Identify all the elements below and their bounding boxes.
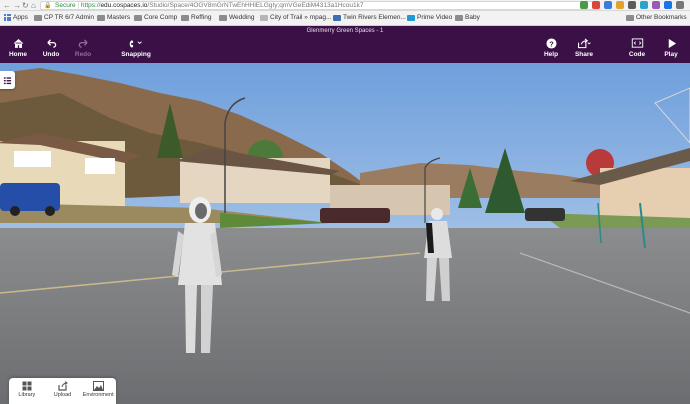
bookmark-other[interactable]: Other Bookmarks [626, 14, 687, 21]
menu-icon[interactable] [676, 1, 684, 9]
extension-icon[interactable] [664, 1, 672, 9]
bookmark-apps[interactable]: Apps [4, 14, 28, 21]
folder-icon [97, 14, 105, 21]
undo-button[interactable]: Undo [40, 38, 62, 58]
scene-viewport[interactable] [0, 63, 690, 404]
magnet-icon [121, 38, 151, 50]
lock-icon: 🔒 [44, 3, 52, 9]
library-button[interactable]: Library [9, 378, 45, 404]
code-button[interactable]: Code [626, 38, 648, 58]
extension-icon[interactable] [604, 1, 612, 9]
extensions-bar [580, 1, 684, 10]
extension-icon[interactable] [628, 1, 636, 9]
bookmark-folder[interactable]: Wedding [219, 14, 255, 21]
folder-icon [134, 14, 142, 21]
bottom-panel: Library Upload Environment [9, 378, 116, 404]
folder-icon [34, 14, 42, 21]
svg-text:?: ? [549, 39, 554, 48]
help-icon: ? [540, 38, 562, 50]
bookmark-folder[interactable]: Core Comp [134, 14, 177, 21]
code-icon [626, 38, 648, 50]
upload-button[interactable]: Upload [45, 378, 81, 404]
upload-icon [45, 381, 81, 391]
secure-label: Secure [55, 2, 76, 9]
scene-objects-menu-button[interactable] [0, 71, 15, 89]
browser-chrome: ← → ↻ ⌂ 🔒 Secure | https://edu.cospaces.… [0, 0, 690, 11]
extension-icon[interactable] [640, 1, 648, 9]
url-path: /Studio/Space/4OGV8mGrNTwEhHHlELGgIy;qmV… [147, 2, 364, 9]
undo-icon [40, 38, 62, 50]
redo-button[interactable]: Redo [72, 38, 94, 58]
share-button[interactable]: Share [571, 38, 597, 58]
snapping-button[interactable]: Snapping [121, 38, 151, 58]
bookmark-link[interactable]: Prime Video [407, 14, 452, 21]
extension-icon[interactable] [652, 1, 660, 9]
extension-icon[interactable] [616, 1, 624, 9]
home-button[interactable]: Home [7, 38, 29, 58]
play-icon [660, 38, 682, 50]
folder-icon [219, 14, 227, 21]
editor-toolbar: Glenmerry Green Spaces - 1 Home Undo Red… [0, 26, 690, 63]
folder-icon [181, 14, 189, 21]
url-host: edu.cospaces.io [100, 2, 148, 9]
page-icon [260, 14, 268, 21]
list-icon [3, 76, 12, 84]
folder-icon [455, 14, 463, 21]
bookmark-folder[interactable]: Masters [97, 14, 130, 21]
home-icon [7, 38, 29, 50]
bookmark-link[interactable]: City of Trail » mpag... [260, 14, 331, 21]
extension-icon[interactable] [580, 1, 588, 9]
share-icon [571, 38, 597, 50]
forward-icon[interactable]: → [13, 1, 21, 10]
page-icon [333, 14, 341, 21]
extension-icon[interactable] [592, 1, 600, 9]
url-scheme: https:// [80, 2, 101, 9]
bookmark-folder[interactable]: CP TR 6/7 Admin [34, 14, 94, 21]
bookmark-folder[interactable]: Reffing [181, 14, 211, 21]
environment-icon [80, 381, 116, 391]
reload-icon[interactable]: ↻ [22, 1, 29, 10]
prime-video-icon [407, 14, 415, 21]
help-button[interactable]: ? Help [540, 38, 562, 58]
space-title[interactable]: Glenmerry Green Spaces - 1 [0, 28, 690, 34]
apps-icon [4, 14, 11, 21]
panorama-environment [0, 63, 690, 404]
address-bar[interactable]: 🔒 Secure | https://edu.cospaces.io/Studi… [40, 1, 600, 10]
library-icon [9, 381, 45, 391]
back-icon[interactable]: ← [3, 1, 11, 10]
folder-icon [626, 14, 634, 21]
bookmark-link[interactable]: Twin Rivers Elemen... [333, 14, 406, 21]
environment-button[interactable]: Environment [80, 378, 116, 404]
redo-icon [72, 38, 94, 50]
bookmark-folder[interactable]: Baby [455, 14, 480, 21]
bookmarks-bar: Apps CP TR 6/7 Admin Masters Core Comp R… [0, 11, 690, 26]
play-button[interactable]: Play [660, 38, 682, 58]
home-icon[interactable]: ⌂ [31, 1, 36, 10]
